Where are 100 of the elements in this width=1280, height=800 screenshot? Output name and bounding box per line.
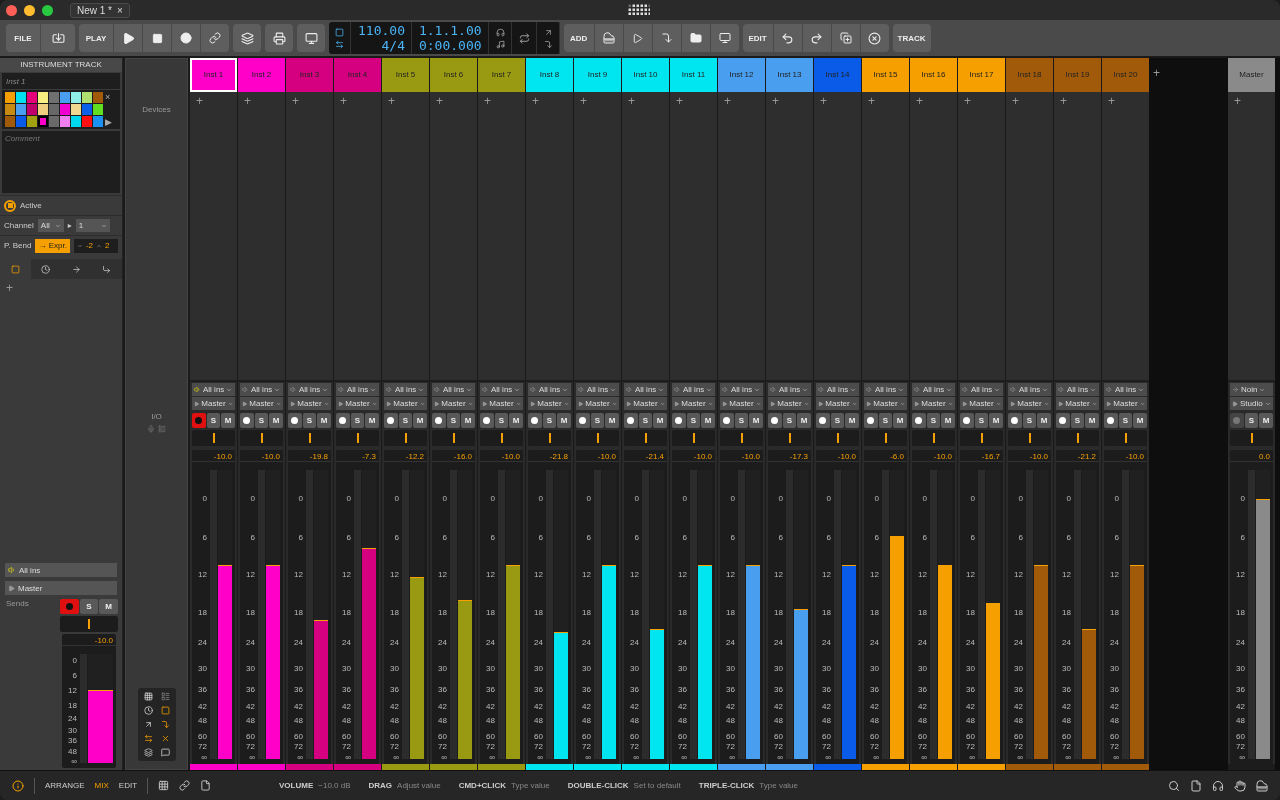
pan-knob[interactable]	[1104, 430, 1147, 446]
record-arm-button[interactable]	[336, 413, 350, 428]
mute-button[interactable]: M	[509, 413, 523, 428]
color-swatch[interactable]	[49, 92, 59, 103]
add-device-button[interactable]: +	[574, 92, 593, 110]
mute-button[interactable]: M	[989, 413, 1003, 428]
volume-readout[interactable]: -10.0	[192, 450, 235, 462]
record-arm-button[interactable]	[60, 599, 79, 614]
close-window-button[interactable]	[6, 4, 17, 16]
input-dropdown[interactable]: All ins	[816, 383, 859, 396]
color-swatch[interactable]	[16, 92, 26, 103]
add-track-button[interactable]: +	[1149, 58, 1164, 88]
color-swatch[interactable]	[71, 92, 81, 103]
mute-button[interactable]: M	[1037, 413, 1051, 428]
add-device-button[interactable]: +	[1102, 92, 1121, 110]
mute-button[interactable]: M	[221, 413, 235, 428]
record-arm-button[interactable]	[1056, 413, 1070, 428]
mute-button[interactable]: M	[749, 413, 763, 428]
color-swatch[interactable]	[82, 104, 92, 115]
volume-readout[interactable]: -16.0	[432, 450, 475, 462]
clear-color-button[interactable]: ×	[105, 92, 112, 102]
time-signature[interactable]: 4/4	[381, 38, 405, 53]
volume-readout[interactable]: -10.0	[480, 450, 523, 462]
output-dropdown[interactable]: Master	[768, 397, 811, 410]
add-device-button[interactable]: +	[238, 92, 257, 110]
add-device-button[interactable]: +	[286, 92, 305, 110]
add-device-button[interactable]: +	[1054, 92, 1073, 110]
monitor-button[interactable]	[297, 24, 325, 52]
solo-button[interactable]: S	[1118, 413, 1133, 428]
record-arm-button[interactable]	[432, 413, 446, 428]
pan-knob[interactable]	[912, 430, 955, 446]
color-swatch[interactable]	[5, 104, 15, 115]
record-arm-button[interactable]	[480, 413, 494, 428]
color-swatch[interactable]	[38, 92, 48, 103]
input-dropdown[interactable]: All ins	[480, 383, 523, 396]
channel-dropdown[interactable]: All	[37, 219, 64, 232]
input-dropdown[interactable]: All ins	[720, 383, 763, 396]
solo-button[interactable]: S	[254, 413, 269, 428]
bend-down-value[interactable]: -2	[85, 241, 93, 250]
output-dropdown[interactable]: Master	[912, 397, 955, 410]
pan-knob[interactable]	[480, 430, 523, 446]
comment-field[interactable]: Comment	[2, 131, 120, 193]
mute-button[interactable]: M	[701, 413, 715, 428]
volume-readout[interactable]: -21.8	[528, 450, 571, 462]
input-dropdown[interactable]: Noin	[1230, 383, 1273, 396]
output-dropdown[interactable]: Master	[720, 397, 763, 410]
mute-button[interactable]: M	[1085, 413, 1099, 428]
pan-knob[interactable]	[432, 430, 475, 446]
color-swatch[interactable]	[71, 104, 81, 115]
track-header[interactable]: Inst 12	[718, 58, 765, 92]
view-tab[interactable]: MIX	[94, 781, 109, 790]
output-dropdown[interactable]: Master	[5, 581, 117, 595]
input-dropdown[interactable]: All ins	[768, 383, 811, 396]
track-name-field[interactable]: Inst 1	[2, 73, 120, 89]
solo-button[interactable]: S	[782, 413, 797, 428]
track-header[interactable]: Inst 13	[766, 58, 813, 92]
redo-button[interactable]	[802, 24, 831, 52]
clip-button[interactable]	[623, 24, 652, 52]
color-swatch[interactable]	[93, 116, 103, 127]
import-button[interactable]	[41, 24, 75, 52]
pan-knob[interactable]	[816, 430, 859, 446]
expression-button[interactable]: → Expr.	[35, 238, 70, 253]
add-device-button[interactable]: +	[958, 92, 977, 110]
mute-button[interactable]: M	[605, 413, 619, 428]
input-dropdown[interactable]: All ins	[864, 383, 907, 396]
volume-readout[interactable]: -10.0	[720, 450, 763, 462]
solo-button[interactable]: S	[1244, 413, 1259, 428]
pan-knob[interactable]	[1008, 430, 1051, 446]
color-swatch[interactable]	[38, 116, 48, 127]
mute-button[interactable]: M	[269, 413, 283, 428]
volume-readout[interactable]: -21.2	[1056, 450, 1099, 462]
pan-knob[interactable]	[768, 430, 811, 446]
mute-button[interactable]: M	[317, 413, 331, 428]
input-dropdown[interactable]: All ins	[432, 383, 475, 396]
color-swatch[interactable]	[93, 92, 103, 103]
pan-knob[interactable]	[672, 430, 715, 446]
track-header[interactable]: Inst 11	[670, 58, 717, 92]
solo-button[interactable]: S	[590, 413, 605, 428]
solo-button[interactable]: S	[302, 413, 317, 428]
pan-knob[interactable]	[720, 430, 763, 446]
volume-readout[interactable]: -10.0	[62, 634, 116, 646]
active-toggle[interactable]	[4, 199, 16, 212]
add-device-button[interactable]: +	[622, 92, 641, 110]
output-dropdown[interactable]: Master	[864, 397, 907, 410]
inspector-tab[interactable]	[30, 259, 61, 279]
volume-readout[interactable]: -12.2	[384, 450, 427, 462]
track-header[interactable]: Inst 6	[430, 58, 477, 92]
record-arm-button[interactable]	[816, 413, 830, 428]
solo-button[interactable]: S	[446, 413, 461, 428]
solo-button[interactable]: S	[542, 413, 557, 428]
pan-knob[interactable]	[336, 430, 379, 446]
mute-button[interactable]: M	[797, 413, 811, 428]
output-dropdown[interactable]: Master	[672, 397, 715, 410]
add-device-button[interactable]: +	[478, 92, 497, 110]
zoom-window-button[interactable]	[42, 4, 53, 16]
track-header[interactable]: Inst 7	[478, 58, 525, 92]
color-swatch[interactable]	[60, 92, 70, 103]
color-swatch[interactable]	[49, 104, 59, 115]
volume-readout[interactable]: -16.7	[960, 450, 1003, 462]
color-swatch[interactable]	[60, 116, 70, 127]
